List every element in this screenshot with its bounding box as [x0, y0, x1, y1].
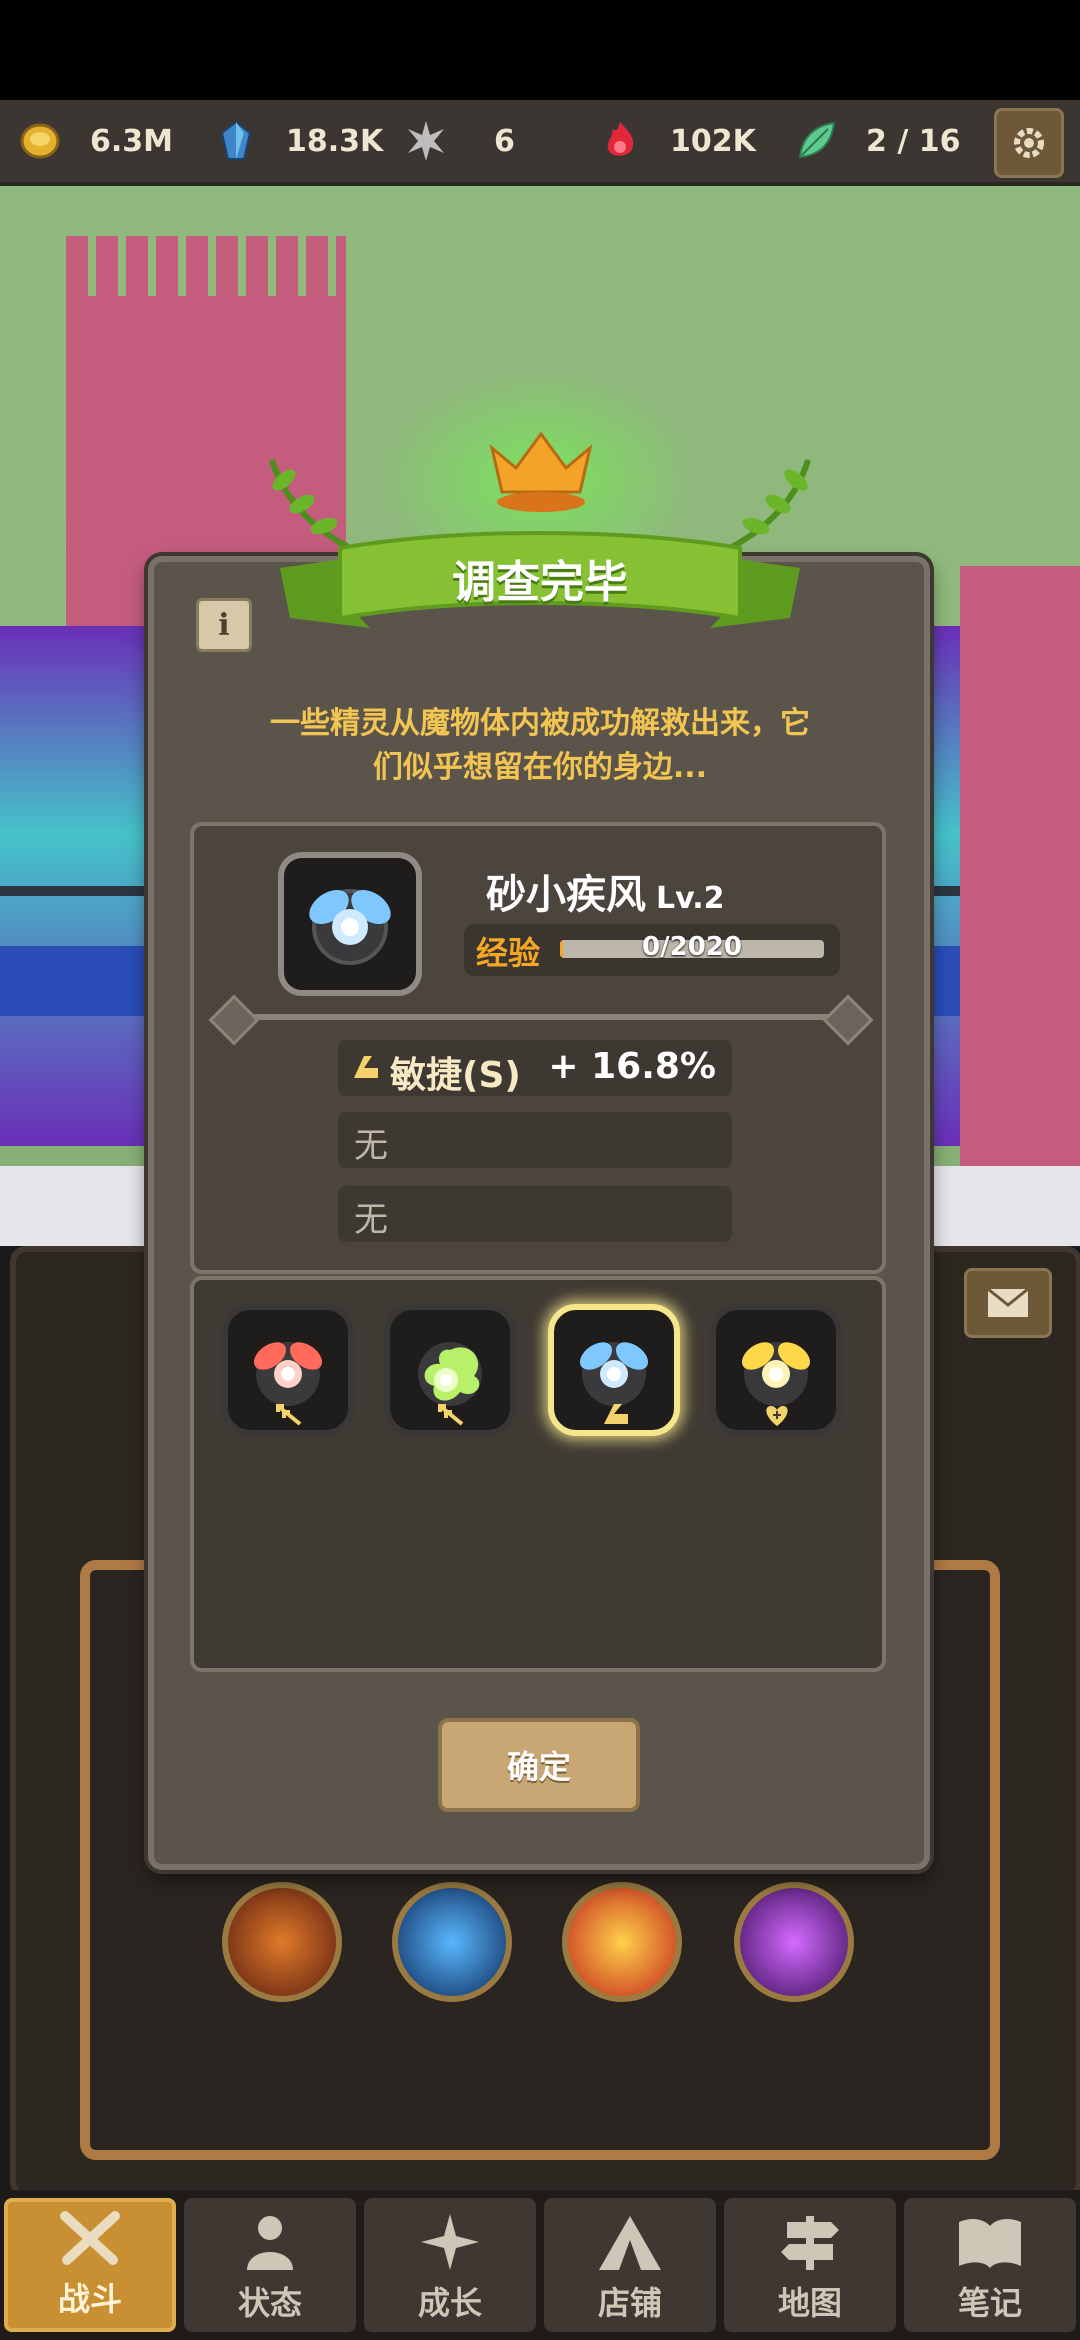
- gold-coin-icon: [20, 123, 60, 159]
- spirit-portrait: [278, 852, 422, 996]
- dialog-title: 调查完毕: [452, 557, 628, 608]
- boot-icon: [354, 1056, 378, 1078]
- crystal-resource: 18.3K: [214, 100, 383, 182]
- stat-row-agility: 敏捷(S) + 16.8%: [338, 1040, 732, 1096]
- nav-shop[interactable]: 店铺: [544, 2198, 716, 2332]
- nav-status[interactable]: 状态: [184, 2198, 356, 2332]
- crown-icon: [489, 431, 593, 512]
- green-leaf-icon: [798, 121, 836, 159]
- settings-button[interactable]: [994, 108, 1064, 178]
- book-icon: [959, 2219, 1021, 2268]
- exp-label: 经验: [476, 934, 541, 972]
- stat-name: 无: [354, 1126, 388, 1166]
- nav-label: 店铺: [597, 2284, 662, 2322]
- shard-resource: 6: [404, 100, 515, 182]
- skill-vortex-icon[interactable]: [734, 1882, 854, 2002]
- mail-icon: [987, 1287, 1029, 1317]
- person-icon: [247, 2216, 293, 2270]
- heart-plus-icon: [766, 1406, 788, 1426]
- leaf-resource: 2 / 16: [794, 100, 960, 182]
- info-button[interactable]: i: [196, 598, 252, 652]
- nav-label: 笔记: [957, 2284, 1022, 2322]
- castle-tower-right: [960, 566, 1080, 1186]
- leaf-value: 2 / 16: [866, 123, 961, 159]
- flame-resource: 102K: [598, 100, 756, 182]
- nav-notes[interactable]: 笔记: [904, 2198, 1076, 2332]
- gold-resource: 6.3M: [18, 100, 173, 182]
- gear-icon: [1014, 128, 1044, 158]
- crossed-swords-icon: [60, 2211, 120, 2265]
- nav-label: 战斗: [57, 2280, 122, 2318]
- shard-value: 6: [494, 123, 515, 159]
- bottom-navigation: 战斗 状态 成长 店铺 地图 笔记: [0, 2190, 1080, 2340]
- crystal-value: 18.3K: [286, 123, 384, 159]
- stat-name: 敏捷(S): [390, 1055, 521, 1096]
- description-line: 们似乎想留在你的身边...: [372, 750, 708, 785]
- red-flame-gem-icon: [607, 122, 634, 156]
- signpost-icon: [781, 2216, 839, 2270]
- nav-label: 成长: [417, 2284, 482, 2322]
- flame-value: 102K: [670, 123, 756, 159]
- arrow-up-icon: [276, 1404, 302, 1426]
- nav-label: 状态: [237, 2284, 302, 2322]
- exp-text: 0/2020: [642, 932, 742, 962]
- sparkle-icon: [421, 2214, 479, 2270]
- stat-name: 无: [354, 1200, 388, 1240]
- spirit-slot-green[interactable]: [384, 1304, 516, 1436]
- arrow-up-icon: [438, 1404, 464, 1426]
- blue-crystal-icon: [220, 120, 252, 160]
- tent-icon: [599, 2216, 661, 2270]
- stat-row-empty: 无: [338, 1186, 732, 1242]
- dialog-description: 一些精灵从魔物体内被成功解救出来，它 们似乎想留在你的身边...: [240, 702, 840, 790]
- mail-button[interactable]: [964, 1268, 1052, 1338]
- nav-map[interactable]: 地图: [724, 2198, 896, 2332]
- spirit-slot-red[interactable]: [222, 1304, 354, 1436]
- divider: [230, 1014, 846, 1020]
- skill-wind-slash-icon[interactable]: [392, 1882, 512, 2002]
- spirit-name-row: 砂小疾风 Lv.2: [486, 862, 786, 918]
- skill-flame-strike-icon[interactable]: [562, 1882, 682, 2002]
- gold-value: 6.3M: [90, 123, 173, 159]
- info-icon: i: [218, 607, 230, 643]
- spirit-level: Lv.2: [656, 881, 725, 916]
- skill-fire-beast-icon[interactable]: [222, 1882, 342, 2002]
- confirm-button[interactable]: 确定: [438, 1718, 640, 1812]
- spirit-slot-blue[interactable]: [548, 1304, 680, 1436]
- nav-label: 地图: [777, 2284, 842, 2322]
- nav-battle[interactable]: 战斗: [4, 2198, 176, 2332]
- spirit-slot-yellow[interactable]: [710, 1304, 842, 1436]
- wind-spirit-icon: [309, 889, 391, 965]
- stat-value: + 16.8%: [548, 1046, 716, 1087]
- star-shard-icon: [408, 121, 444, 161]
- boot-icon: [604, 1404, 628, 1424]
- description-line: 一些精灵从魔物体内被成功解救出来，它: [270, 706, 810, 741]
- stat-row-empty: 无: [338, 1112, 732, 1168]
- nav-growth[interactable]: 成长: [364, 2198, 536, 2332]
- status-bar: [0, 0, 1080, 100]
- resource-bar: 6.3M 18.3K 6 102K 2 / 16: [0, 100, 1080, 186]
- spirit-name: 砂小疾风: [486, 872, 646, 918]
